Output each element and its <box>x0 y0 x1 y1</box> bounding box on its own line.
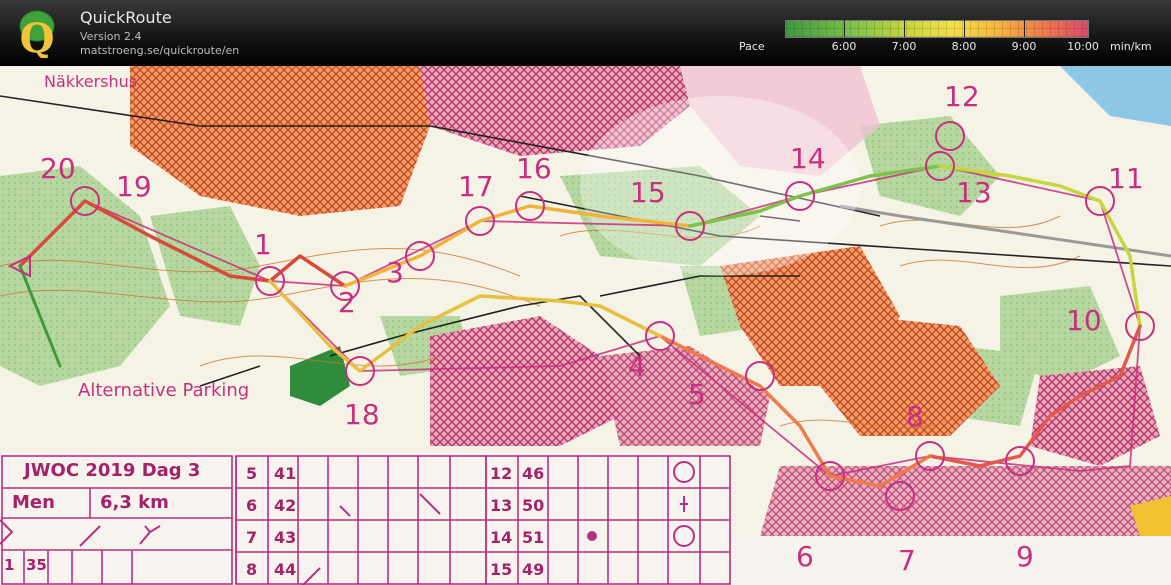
control-number: 17 <box>458 170 494 203</box>
pace-color-scale <box>785 20 1089 38</box>
sheet-row-num: 5 <box>246 464 258 483</box>
orienteering-map[interactable]: Näkkershus Alternative Parking 20 19 1 2… <box>0 66 1171 585</box>
pace-tick <box>844 19 845 37</box>
pace-tick-label: 6:00 <box>831 40 857 53</box>
control-number: 8 <box>906 400 924 433</box>
sheet-row-code: 42 <box>274 496 297 515</box>
sheet-row-num: 6 <box>246 496 258 515</box>
pace-tick <box>904 19 905 37</box>
sheet-row-code: 44 <box>274 560 297 579</box>
control-number: 2 <box>338 286 356 319</box>
app-header: Q QuickRoute Version 2.4 matstroeng.se/q… <box>0 0 1171 66</box>
sheet-row-code: 50 <box>522 496 545 515</box>
control-number: 6 <box>796 540 814 573</box>
sheet-row-num: 15 <box>490 560 513 579</box>
pace-tick-label: 10:00 <box>1067 40 1099 53</box>
map-drawing <box>0 66 1171 585</box>
sheet-row-code: 46 <box>522 464 545 483</box>
svg-text:Q: Q <box>20 15 55 58</box>
sheet-row-code: 51 <box>522 528 545 547</box>
app-name: QuickRoute <box>80 8 172 27</box>
control-number: 14 <box>790 142 826 175</box>
control-number: 9 <box>1016 540 1034 573</box>
pace-tick <box>1024 19 1025 37</box>
sheet-row-num: 8 <box>246 560 258 579</box>
control-number: 4 <box>628 350 646 383</box>
sheet-row-code: 41 <box>274 464 297 483</box>
sheet-title: JWOC 2019 Dag 3 <box>24 460 201 481</box>
sheet-row-num: 7 <box>246 528 258 547</box>
control-number: 16 <box>516 152 552 185</box>
control-number: 5 <box>688 378 706 411</box>
control-number: 1 <box>254 228 272 261</box>
app-version: Version 2.4 <box>80 30 142 43</box>
sheet-row-num: 12 <box>490 464 513 483</box>
control-number: 10 <box>1066 304 1102 337</box>
place-label-parking: Alternative Parking <box>78 380 250 401</box>
pace-tick-label: 7:00 <box>891 40 917 53</box>
pace-label: Pace <box>739 40 765 53</box>
pace-tick-label: 8:00 <box>951 40 977 53</box>
sheet-row-code: 43 <box>274 528 297 547</box>
sheet-row-code: 49 <box>522 560 545 579</box>
control-number: 11 <box>1108 162 1144 195</box>
sheet-row-num: 13 <box>490 496 513 515</box>
sheet-row-code: 35 <box>26 556 47 574</box>
control-number: 19 <box>116 170 152 203</box>
sheet-class: Men <box>12 492 55 513</box>
sheet-row-num: 1 <box>4 556 15 574</box>
sheet-row-num: 14 <box>490 528 513 547</box>
place-label-farm: Näkkershus <box>44 72 138 91</box>
control-number: 18 <box>344 398 380 431</box>
sheet-length: 6,3 km <box>100 492 169 513</box>
control-number: 12 <box>944 80 980 113</box>
pace-unit: min/km <box>1110 40 1152 53</box>
control-number: 20 <box>40 152 76 185</box>
app-url-link[interactable]: matstroeng.se/quickroute/en <box>80 44 239 57</box>
control-number: 13 <box>956 176 992 209</box>
pace-tick-label: 9:00 <box>1011 40 1037 53</box>
pace-tick <box>964 19 965 37</box>
control-number: 15 <box>630 176 666 209</box>
control-number: 7 <box>898 544 916 577</box>
quickroute-logo-icon: Q <box>19 10 55 58</box>
control-number: 3 <box>386 256 404 289</box>
